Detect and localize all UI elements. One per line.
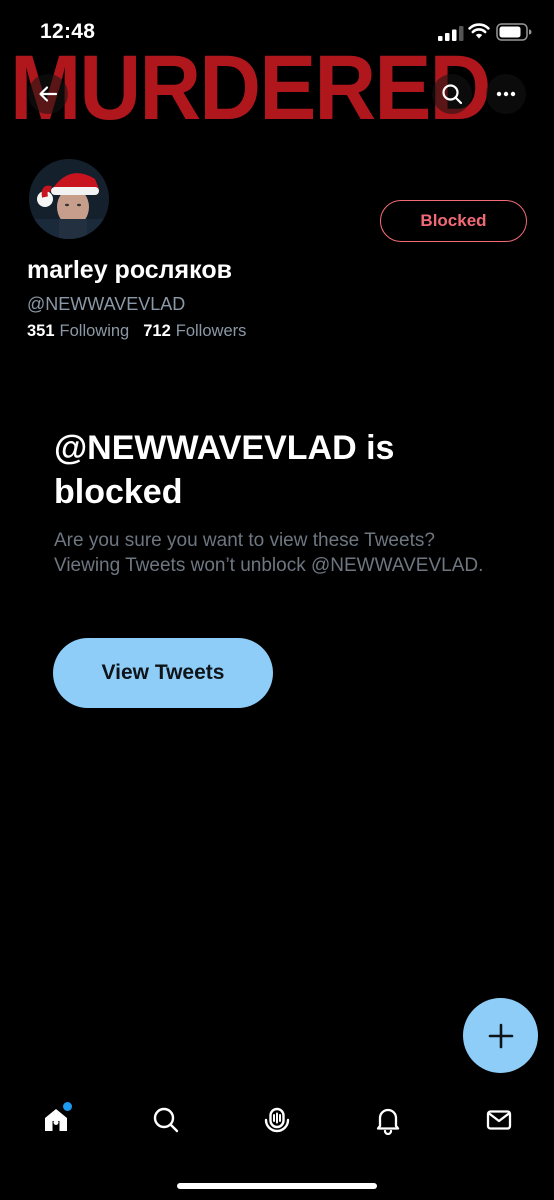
- compose-tweet-button[interactable]: [463, 998, 538, 1073]
- more-button[interactable]: [486, 74, 526, 114]
- bottom-tab-bar: [0, 1092, 554, 1152]
- followers-count: 712: [143, 322, 171, 340]
- tab-home[interactable]: [36, 1100, 76, 1140]
- profile-handle: @NEWWAVEVLAD: [27, 294, 186, 314]
- bell-icon: [376, 1108, 400, 1135]
- search-icon: [442, 84, 463, 105]
- home-notification-dot: [63, 1102, 72, 1111]
- followers-label: Followers: [175, 322, 247, 340]
- view-tweets-button[interactable]: View Tweets: [53, 638, 273, 708]
- avatar[interactable]: [26, 156, 112, 242]
- battery-icon: [496, 23, 532, 41]
- following-count: 351: [27, 322, 55, 340]
- search-button[interactable]: [432, 74, 472, 114]
- blocked-heading: @NEWWAVEVLAD is blocked: [54, 429, 395, 511]
- blocked-button[interactable]: Blocked: [380, 200, 527, 242]
- plus-icon: [488, 1023, 513, 1048]
- search-icon: [153, 1107, 179, 1133]
- home-indicator[interactable]: [177, 1183, 377, 1189]
- tab-spaces[interactable]: [257, 1100, 297, 1140]
- avatar-image: [29, 159, 109, 239]
- tab-notifications[interactable]: [368, 1100, 408, 1140]
- blocked-description: Are you sure you want to view these Twee…: [54, 530, 484, 576]
- following-label: Following: [59, 322, 130, 340]
- arrow-left-icon: [39, 86, 58, 102]
- profile-display-name: marley росляков: [27, 256, 232, 284]
- tab-search[interactable]: [146, 1100, 186, 1140]
- spaces-icon: [264, 1107, 290, 1133]
- followers-link[interactable]: 712 Followers: [143, 322, 246, 341]
- back-button[interactable]: [28, 74, 68, 114]
- follow-stats: 351 Following 712 Followers: [27, 322, 246, 341]
- following-link[interactable]: 351 Following: [27, 322, 129, 341]
- mail-icon: [486, 1110, 512, 1130]
- tab-messages[interactable]: [479, 1100, 519, 1140]
- more-horizontal-icon: [496, 91, 516, 97]
